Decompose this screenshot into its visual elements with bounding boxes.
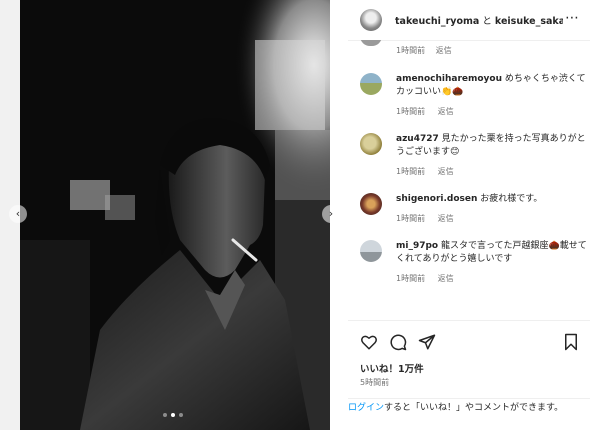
prev-slide-button[interactable]: ‹ bbox=[9, 205, 27, 223]
comment-username[interactable]: shigenori.dosen bbox=[396, 194, 477, 204]
comments-panel: takeuchi_ryoma と keisuke_sakai.st ⋯ 1時間前… bbox=[348, 0, 590, 430]
reply-button[interactable]: 返信 bbox=[438, 167, 454, 176]
reply-button[interactable]: 返信 bbox=[438, 107, 454, 116]
next-slide-button[interactable]: › bbox=[322, 205, 340, 223]
comment-time: 1時間前 bbox=[396, 107, 426, 116]
avatar[interactable] bbox=[360, 9, 382, 31]
post-authors: takeuchi_ryoma と keisuke_sakai.st bbox=[395, 13, 563, 27]
heart-icon[interactable] bbox=[360, 333, 378, 351]
comment-meta: 1時間前 返信 bbox=[396, 45, 460, 56]
comment-time: 1時間前 bbox=[396, 167, 426, 176]
login-prompt-text: すると「いいね！」やコメントができます。 bbox=[384, 403, 564, 413]
likes-count[interactable]: いいね！1万件 bbox=[360, 361, 424, 375]
avatar[interactable] bbox=[360, 73, 382, 95]
author-joiner: と bbox=[482, 16, 492, 27]
comment-text: お疲れ様です。 bbox=[480, 194, 543, 204]
comment-time: 1時間前 bbox=[396, 46, 426, 55]
carousel-dot bbox=[163, 413, 167, 417]
avatar[interactable] bbox=[360, 193, 382, 215]
comment-icon[interactable] bbox=[389, 333, 407, 351]
login-link[interactable]: ログイン bbox=[348, 403, 384, 413]
avatar[interactable] bbox=[360, 133, 382, 155]
avatar[interactable] bbox=[360, 40, 382, 46]
comment-meta: 1時間前 返信 bbox=[396, 105, 588, 118]
reply-button[interactable]: 返信 bbox=[438, 214, 454, 223]
login-prompt: ログインすると「いいね！」やコメントができます。 bbox=[348, 398, 590, 415]
post-header: takeuchi_ryoma と keisuke_sakai.st ⋯ bbox=[348, 0, 590, 41]
comment-username[interactable]: mi_97po bbox=[396, 241, 438, 251]
carousel-dot bbox=[179, 413, 183, 417]
reply-button[interactable]: 返信 bbox=[436, 46, 452, 55]
more-icon[interactable]: ⋯ bbox=[565, 10, 580, 26]
bookmark-icon[interactable] bbox=[562, 333, 580, 351]
author-link[interactable]: takeuchi_ryoma bbox=[395, 16, 479, 27]
comment-time: 1時間前 bbox=[396, 274, 426, 283]
share-icon[interactable] bbox=[418, 333, 436, 351]
comment-meta: 1時間前 返信 bbox=[396, 272, 588, 285]
comment-username[interactable]: amenochiharemoyou bbox=[396, 74, 502, 84]
reply-button[interactable]: 返信 bbox=[438, 274, 454, 283]
comment-meta: 1時間前 返信 bbox=[396, 165, 588, 178]
comments-list: 1時間前 返信 amenochiharemoyou めちゃくちゃ渋くてカッコいい… bbox=[348, 40, 590, 318]
carousel-dot-active bbox=[171, 413, 175, 417]
comment-username[interactable]: azu4727 bbox=[396, 134, 439, 144]
photo-image bbox=[20, 0, 330, 430]
post-photo[interactable] bbox=[20, 0, 330, 430]
avatar[interactable] bbox=[360, 240, 382, 262]
post-timestamp[interactable]: 5時間前 bbox=[360, 377, 389, 388]
comment-meta: 1時間前 返信 bbox=[396, 212, 588, 225]
coauthor-link[interactable]: keisuke_sakai.st bbox=[495, 16, 563, 27]
comment-time: 1時間前 bbox=[396, 214, 426, 223]
carousel-dots bbox=[163, 413, 183, 417]
